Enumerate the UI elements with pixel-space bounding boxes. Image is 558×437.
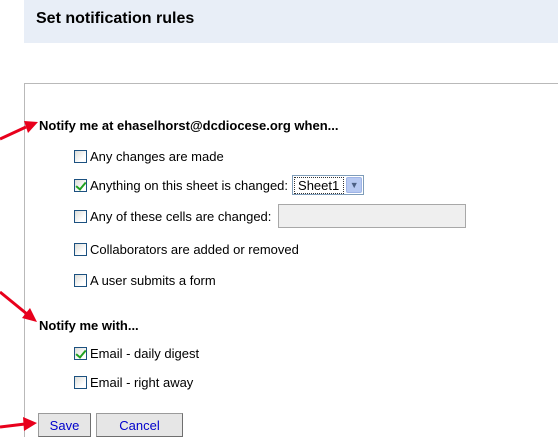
option-collaborators[interactable]: Collaborators are added or removed xyxy=(74,239,299,259)
arrow-line-notify-at xyxy=(0,125,27,141)
any-changes-checkbox[interactable] xyxy=(74,149,87,163)
sheet-select-value: Sheet1 xyxy=(294,176,345,194)
option-any-changes[interactable]: Any changes are made xyxy=(74,146,224,166)
cells-changed-label: Any of these cells are changed: xyxy=(90,208,272,224)
sheet-changed-label: Anything on this sheet is changed: xyxy=(90,177,289,193)
right-away-label: Email - right away xyxy=(90,374,194,390)
save-button[interactable]: Save xyxy=(38,413,91,437)
option-sheet-changed[interactable]: Anything on this sheet is changed: Sheet… xyxy=(74,175,365,195)
title-bar: Set notification rules xyxy=(24,0,558,43)
arrow-line-notify-with xyxy=(0,290,28,316)
option-daily-digest[interactable]: Email - daily digest xyxy=(74,343,199,363)
sheet-select[interactable]: Sheet1 ▼ xyxy=(292,175,365,195)
page-title: Set notification rules xyxy=(36,10,195,27)
cancel-button[interactable]: Cancel xyxy=(96,413,183,437)
right-away-checkbox[interactable] xyxy=(74,375,87,389)
option-right-away[interactable]: Email - right away xyxy=(74,372,193,392)
collaborators-checkbox[interactable] xyxy=(74,242,87,256)
chevron-down-icon[interactable]: ▼ xyxy=(346,177,363,193)
form-submit-checkbox[interactable] xyxy=(74,273,87,287)
option-form-submit[interactable]: A user submits a form xyxy=(74,270,216,290)
option-cells-changed[interactable]: Any of these cells are changed: xyxy=(74,204,467,228)
form-submit-label: A user submits a form xyxy=(90,272,216,288)
notify-with-heading: Notify me with... xyxy=(39,318,139,333)
arrow-line-save xyxy=(0,422,26,429)
daily-digest-label: Email - daily digest xyxy=(90,345,200,361)
cells-range-input[interactable] xyxy=(278,204,467,228)
sheet-changed-checkbox[interactable] xyxy=(74,178,87,192)
any-changes-label: Any changes are made xyxy=(90,148,224,164)
collaborators-label: Collaborators are added or removed xyxy=(90,241,299,257)
notify-at-heading: Notify me at ehaselhorst@dcdiocese.org w… xyxy=(39,118,339,133)
cells-changed-checkbox[interactable] xyxy=(74,209,87,223)
daily-digest-checkbox[interactable] xyxy=(74,346,87,360)
